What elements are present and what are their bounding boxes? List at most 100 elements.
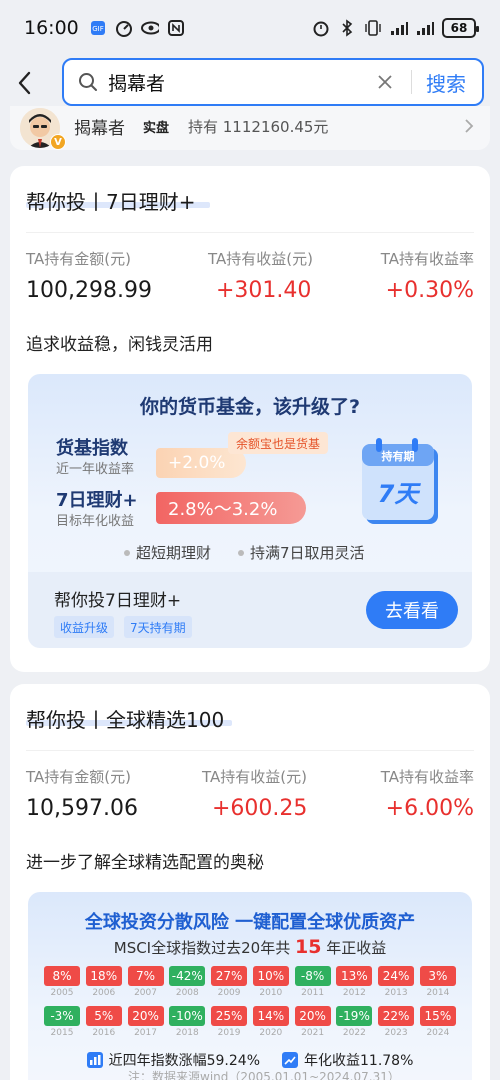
card-divider [26,232,474,233]
year-label: 2007 [134,988,157,998]
year-return-cell: 5% 2016 [85,1006,122,1038]
tag-return-upgrade: 收益升级 [54,616,115,638]
search-header: 揭幕者 搜索 [0,58,500,108]
holding-amount-value: 10,597.06 [26,796,138,821]
card-description: 追求收益稳，闲钱灵活用 [26,335,213,355]
status-bar: 16:00 GIF 68 [0,0,500,56]
year-label: 2008 [175,988,199,998]
return-chip: 14% [252,1006,289,1026]
bullet-item: 持满7日取用灵活 [238,542,365,563]
search-box[interactable]: 揭幕者 搜索 [62,58,484,106]
seven-day-sub: 目标年化收益 [56,514,135,529]
year-label: 2010 [259,988,283,998]
year-return-cell: 20% 2017 [127,1006,164,1038]
year-label: 2015 [50,1028,74,1038]
year-return-cell: 13% 2012 [336,966,373,998]
product-name: 帮你投7日理财+ [54,591,182,611]
positive-years-count: 15 [294,936,322,958]
promo-stats: 近四年指数涨幅59.24% 年化收益11.78% [28,1050,472,1070]
holding-rate-value: +6.00% [385,796,474,821]
return-chip: 20% [127,1006,164,1026]
vibrate-icon [364,19,382,37]
return-chip: 5% [85,1006,122,1026]
nfc-icon [167,19,185,37]
year-label: 2024 [426,1028,450,1038]
return-chip: 7% [127,966,164,986]
stat-item: 近四年指数涨幅59.24% [86,1050,260,1070]
promo-headline: 全球投资分散风险 一键配置全球优质资产 [84,912,416,933]
holding-rate-label: TA持有收益率 [380,250,474,268]
return-chip: -8% [294,966,331,986]
stat-item: 年化收益11.78% [282,1050,413,1070]
year-return-cell: -8% 2011 [294,966,331,998]
clear-icon[interactable] [373,70,397,94]
year-label: 2012 [342,988,366,998]
year-return-cell: 20% 2021 [294,1006,331,1038]
data-source-note: 注：数据来源wind（2005.01.01~2024.07.31） [128,1070,400,1080]
holding-profit-value: +600.25 [212,796,308,821]
holding-rate-value: +0.30% [385,278,474,303]
back-button[interactable] [0,58,50,108]
trend-up-icon [282,1052,298,1068]
speed-icon [115,19,133,37]
year-return-cell: 27% 2009 [211,966,248,998]
annual-returns-row: 8% 2005 18% 2006 7% 2007 -42% 2008 27% 2009 10% 201… [44,966,456,998]
user-row[interactable]: V 揭幕者 实盘 持有 1112160.45元 [10,106,490,150]
year-return-cell: -10% 2018 [169,1006,206,1038]
return-chip: -42% [169,966,206,986]
real-account-tag: 实盘 [143,121,170,136]
fund-card-7day[interactable]: 帮你投丨7日理财+ TA持有金额(元) TA持有收益(元) TA持有收益率 10… [10,166,490,672]
year-label: 2011 [301,988,325,998]
card-title: 帮你投丨7日理财+ [26,190,196,214]
global-promo-banner[interactable]: 全球投资分散风险 一键配置全球优质资产 MSCI全球指数过去20年共 15 年正… [28,892,472,1080]
return-chip: 8% [44,966,80,986]
bar-chart-icon [86,1052,103,1068]
return-chip: 20% [294,1006,331,1026]
search-button[interactable]: 搜索 [412,68,482,97]
eye-icon [140,19,159,37]
year-label: 2009 [217,988,241,998]
year-return-cell: -3% 2015 [44,1006,80,1038]
seven-day-title: 7日理财+ [56,490,138,511]
bluetooth-icon [338,19,356,37]
holding-profit-label: TA持有收益(元) [208,250,313,268]
money-fund-index-title: 货基指数 [56,438,128,459]
holding-amount-label: TA持有金额(元) [26,250,131,268]
card-title: 帮你投丨全球精选100 [26,708,225,732]
return-chip: 25% [211,1006,248,1026]
tag-holding-period: 7天持有期 [124,616,192,638]
search-icon [78,71,100,93]
year-return-cell: -19% 2022 [336,1006,373,1038]
go-see-button[interactable]: 去看看 [366,591,458,629]
year-return-cell: 18% 2006 [85,966,122,998]
signal-2-icon [416,19,434,37]
year-label: 2019 [217,1028,241,1038]
return-chip: 18% [85,966,122,986]
year-return-cell: 24% 2013 [378,966,415,998]
year-label: 2023 [384,1028,408,1038]
year-return-cell: 25% 2019 [211,1006,248,1038]
year-label: 2014 [426,988,450,998]
alarm-icon [312,19,330,37]
status-time: 16:00 [24,17,79,39]
return-chip: 27% [211,966,248,986]
year-label: 2022 [342,1028,366,1038]
return-chip: 24% [378,966,415,986]
holding-amount-label: TA持有金额(元) [26,768,131,786]
user-name: 揭幕者 [74,119,125,139]
search-input[interactable]: 揭幕者 [108,69,373,96]
calendar-icon: 持有期 7天 [358,434,444,528]
return-chip: 22% [378,1006,415,1026]
fund-card-global[interactable]: 帮你投丨全球精选100 TA持有金额(元) TA持有收益(元) TA持有收益率 … [10,684,490,1080]
year-return-cell: 10% 2010 [252,966,289,998]
year-label: 2013 [384,988,408,998]
return-chip: 10% [252,966,289,986]
upgrade-promo-banner[interactable]: 你的货币基金，该升级了? 货基指数 近一年收益率 +2.0% 余额宝也是货基 7… [28,374,472,648]
calendar-top-label: 持有期 [381,450,415,463]
bullet-item: 超短期理财 [124,542,211,563]
yuebao-note-tag: 余额宝也是货基 [228,432,329,454]
battery-icon: 68 [442,18,479,38]
holding-rate-label: TA持有收益率 [380,768,474,786]
year-label: 2016 [92,1028,116,1038]
year-return-cell: 15% 2024 [419,1006,456,1038]
